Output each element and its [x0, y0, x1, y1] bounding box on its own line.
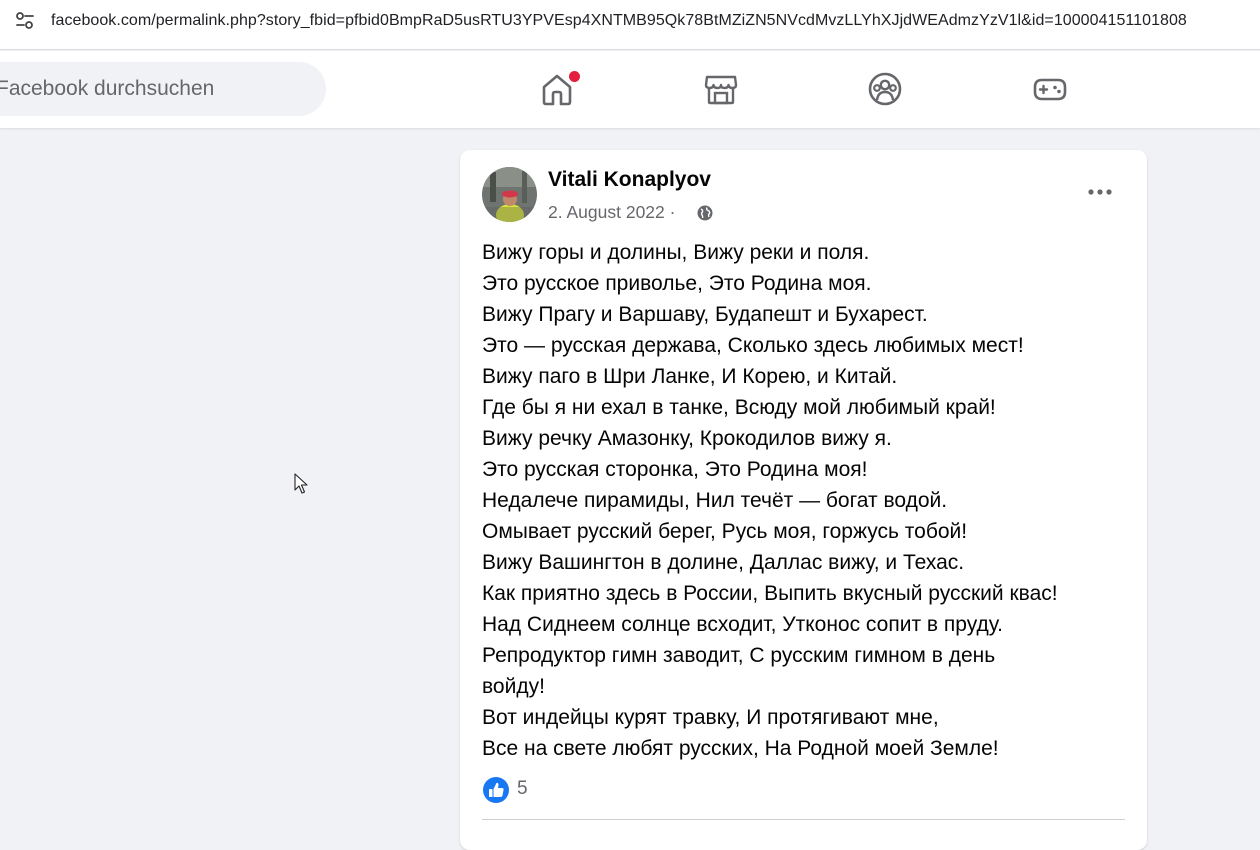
- reaction-count: 5: [517, 778, 528, 799]
- author-name[interactable]: Vitali Konaplyov: [548, 168, 711, 192]
- post-line: Репродуктор гимн заводит, С русским гимн…: [482, 644, 996, 698]
- post-line: Вижу горы и долины, Вижу реки и поля.: [482, 241, 870, 264]
- address-url[interactable]: facebook.com/permalink.php?story_fbid=pf…: [51, 12, 1187, 30]
- post-line: Вижу паго в Шри Ланке, И Корею, и Китай.: [482, 365, 898, 388]
- post-date[interactable]: 2. August 2022: [548, 202, 665, 222]
- browser-address-bar: facebook.com/permalink.php?story_fbid=pf…: [0, 0, 1260, 50]
- post-line: Вот индейцы курят травку, И протягивают …: [482, 706, 939, 729]
- post-meta: 2. August 2022 ·: [548, 202, 675, 223]
- post-line: Над Сиднеем солнце всходит, Утконос сопи…: [482, 613, 1004, 636]
- post-line: Все на свете любят русских, На Родной мо…: [482, 737, 999, 760]
- post-line: Недалече пирамиды, Нил течёт — богат вод…: [482, 489, 948, 512]
- post-card: Vitali Konaplyov 2. August 2022 · Вижу г…: [460, 150, 1147, 850]
- post-line: Вижу Прагу и Варшаву, Будапешт и Бухарес…: [482, 303, 928, 326]
- post-line: Вижу речку Амазонку, Крокодилов вижу я.: [482, 427, 892, 450]
- globe-icon: [696, 204, 714, 222]
- post-line: Омывает русский берег, Русь моя, горжусь…: [482, 520, 968, 543]
- gamepad-icon[interactable]: [1032, 71, 1068, 107]
- post-line: Вижу Вашингтон в долине, Даллас вижу, и …: [482, 551, 965, 574]
- post-line: Как приятно здесь в России, Выпить вкусн…: [482, 582, 1058, 605]
- search-input[interactable]: Facebook durchsuchen: [0, 62, 326, 116]
- post-text: Вижу горы и долины, Вижу реки и поля. Эт…: [482, 237, 1122, 764]
- groups-icon[interactable]: [867, 71, 903, 107]
- avatar[interactable]: [482, 167, 537, 222]
- post-line: Это русская сторонка, Это Родина моя!: [482, 458, 868, 481]
- post-line: Это русское приволье, Это Родина моя.: [482, 272, 872, 295]
- divider: [482, 819, 1125, 820]
- tune-icon[interactable]: [14, 10, 36, 32]
- mouse-cursor-icon: [294, 473, 308, 495]
- more-options-icon[interactable]: [1086, 178, 1114, 206]
- notification-dot: [567, 69, 582, 84]
- store-icon[interactable]: [703, 71, 739, 107]
- post-line: Где бы я ни ехал в танке, Всюду мой люби…: [482, 396, 996, 419]
- search-placeholder: Facebook durchsuchen: [0, 77, 215, 100]
- facebook-header: Facebook durchsuchen: [0, 51, 1260, 128]
- post-line: Это — русская держава, Сколько здесь люб…: [482, 334, 1024, 357]
- like-icon: [482, 776, 510, 804]
- meta-separator: ·: [664, 202, 676, 222]
